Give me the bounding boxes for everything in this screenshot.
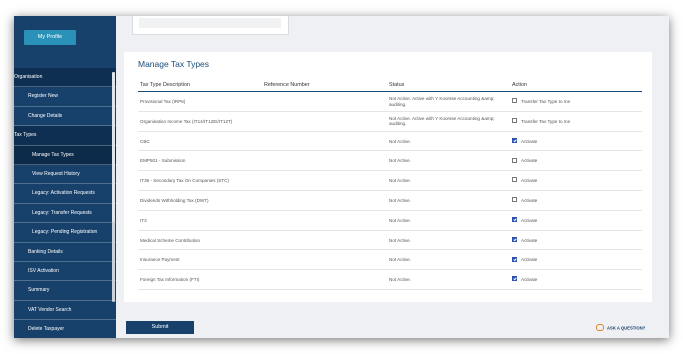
tax-type-status: Not Active. <box>389 277 411 283</box>
action-label: Activate <box>521 158 538 164</box>
tax-type-description: Organisation Income Tax (IT14/IT12EI/IT1… <box>140 118 233 124</box>
column-header-action: Action <box>512 82 527 88</box>
tax-type-status: Not Active. <box>389 197 411 203</box>
table-row: CBC Not Active. Activate <box>138 132 642 152</box>
table-row: Provisional Tax (IRP6) Not Active. Active… <box>138 92 642 112</box>
tax-type-status: Not Active. <box>389 237 411 243</box>
sidebar-item[interactable]: Register New <box>14 87 116 107</box>
submit-button[interactable]: Submit <box>126 321 194 334</box>
app-window: My Profile Organisation Register New Chang… <box>14 16 669 338</box>
tax-type-description: Insurance Payment <box>140 257 180 263</box>
action-label: Activate <box>521 277 538 283</box>
checkbox-checked[interactable] <box>512 236 517 242</box>
my-profile-button[interactable]: My Profile <box>24 30 76 45</box>
tax-type-status: Not Active. Active with Y Koorsse Accoun… <box>389 115 495 127</box>
tax-type-status: Not Active. <box>389 257 411 263</box>
action-label: Activate <box>521 217 538 223</box>
tax-types-table: Provisional Tax (IRP6) Not Active. Active… <box>138 92 642 290</box>
action-label: Transfer Tax Type to me <box>521 99 571 104</box>
sidebar-item[interactable]: Legacy: Pending Registration <box>14 223 116 243</box>
chat-bubble-icon <box>596 324 604 331</box>
sidebar-item[interactable]: View Request History <box>14 165 116 185</box>
tax-type-action[interactable]: Transfer Tax Type to me <box>512 118 571 125</box>
action-label: Activate <box>521 257 538 263</box>
tax-type-action[interactable]: Activate <box>512 197 538 204</box>
tax-type-status: Not Active. <box>389 138 411 144</box>
checkbox-unchecked[interactable] <box>512 197 517 203</box>
table-row: IT3 Not Active. Activate <box>138 211 642 231</box>
ask-a-question-link[interactable]: ASK A QUESTION? <box>596 324 646 332</box>
sidebar-header: My Profile <box>14 16 116 68</box>
action-label: Activate <box>521 178 538 184</box>
checkbox-checked[interactable] <box>512 276 517 282</box>
column-header-status: Status <box>389 82 405 88</box>
column-header-description: Tax Type Description <box>140 82 190 88</box>
tax-type-action[interactable]: Activate <box>512 217 538 224</box>
tax-type-status: Not Active. Active with Y Koorsse Accoun… <box>389 96 495 107</box>
table-row: Dividends Withholding Tax (DWT) Not Activ… <box>138 191 642 211</box>
ask-a-question-label: ASK A QUESTION? <box>607 325 646 331</box>
tax-type-description: Provisional Tax (IRP6) <box>140 99 186 104</box>
sidebar-item[interactable]: Delete Taxpayer <box>14 320 116 338</box>
sidebar-item[interactable]: Summary <box>14 281 116 301</box>
tax-type-action[interactable]: Activate <box>512 236 538 244</box>
sidebar-item[interactable]: Manage Tax Types <box>14 145 116 165</box>
sidebar-item[interactable]: ISV Activation <box>14 262 116 282</box>
table-row: Insurance Payment Not Active. Activate <box>138 250 642 271</box>
sidebar-nav: Organisation Register New Change Details Ta… <box>14 68 116 338</box>
tax-type-status: Not Active. <box>389 158 411 164</box>
checkbox-checked[interactable] <box>512 217 517 223</box>
table-header: Tax Type Description Reference Number St… <box>138 80 642 92</box>
tax-type-description: Dividends Withholding Tax (DWT) <box>140 197 209 203</box>
tax-type-description: IT36 - Secondary Tax On Companies (STC) <box>140 178 230 184</box>
action-label: Transfer Tax Type to me <box>521 118 571 124</box>
tax-type-action[interactable]: Activate <box>512 137 538 145</box>
tax-type-action[interactable]: Transfer Tax Type to me <box>512 98 571 105</box>
tax-type-action[interactable]: Activate <box>512 256 538 263</box>
tax-type-status: Not Active. <box>389 217 411 223</box>
tax-type-description: Medical Scheme Contribution <box>140 237 201 243</box>
sidebar-item[interactable]: Legacy: Transfer Requests <box>14 204 116 224</box>
tax-type-description: IT3 <box>140 217 147 223</box>
action-label: Activate <box>521 197 538 203</box>
table-row: Organisation Income Tax (IT14/IT12EI/IT1… <box>138 112 642 132</box>
table-row: Foreign Tax Information (FTI) Not Active.… <box>138 270 642 290</box>
table-row: EMP501 - Submission Not Active. Activate <box>138 151 642 172</box>
checkbox-checked[interactable] <box>512 137 517 143</box>
sidebar-scrollbar[interactable] <box>112 72 115 302</box>
sidebar-item[interactable]: Tax Types <box>14 126 116 146</box>
checkbox-checked[interactable] <box>512 256 517 262</box>
tax-type-action[interactable]: Activate <box>512 177 538 184</box>
column-header-reference: Reference Number <box>264 82 310 88</box>
action-label: Activate <box>521 138 538 144</box>
tax-type-description: Foreign Tax Information (FTI) <box>140 277 200 283</box>
tax-type-action[interactable]: Activate <box>512 157 538 164</box>
tax-type-description: EMP501 - Submission <box>140 158 186 164</box>
table-row: Medical Scheme Contribution Not Active. Ac… <box>138 231 642 251</box>
page-title: Manage Tax Types <box>138 59 210 69</box>
sidebar-item[interactable]: Change Details <box>14 107 116 127</box>
previous-panel-fragment <box>132 16 289 35</box>
tax-type-status: Not Active. <box>389 178 411 184</box>
action-label: Activate <box>521 237 538 243</box>
checkbox-unchecked[interactable] <box>512 177 517 183</box>
sidebar: My Profile Organisation Register New Chang… <box>14 16 116 338</box>
manage-tax-types-card: Manage Tax Types Tax Type Description Re… <box>124 52 652 302</box>
sidebar-item[interactable]: Organisation <box>14 68 116 88</box>
sidebar-scroll-thumb[interactable] <box>112 72 115 222</box>
sidebar-item[interactable]: Banking Details <box>14 243 116 262</box>
previous-panel-field <box>139 18 281 28</box>
sidebar-item[interactable]: Legacy: Activation Requests <box>14 184 116 204</box>
tax-type-description: CBC <box>140 138 150 144</box>
checkbox-unchecked[interactable] <box>512 157 517 163</box>
tax-type-action[interactable]: Activate <box>512 276 538 283</box>
table-row: IT36 - Secondary Tax On Companies (STC) N… <box>138 171 642 191</box>
checkbox-unchecked[interactable] <box>512 98 517 104</box>
checkbox-unchecked[interactable] <box>512 118 517 124</box>
sidebar-item[interactable]: VAT Vendor Search <box>14 301 116 321</box>
